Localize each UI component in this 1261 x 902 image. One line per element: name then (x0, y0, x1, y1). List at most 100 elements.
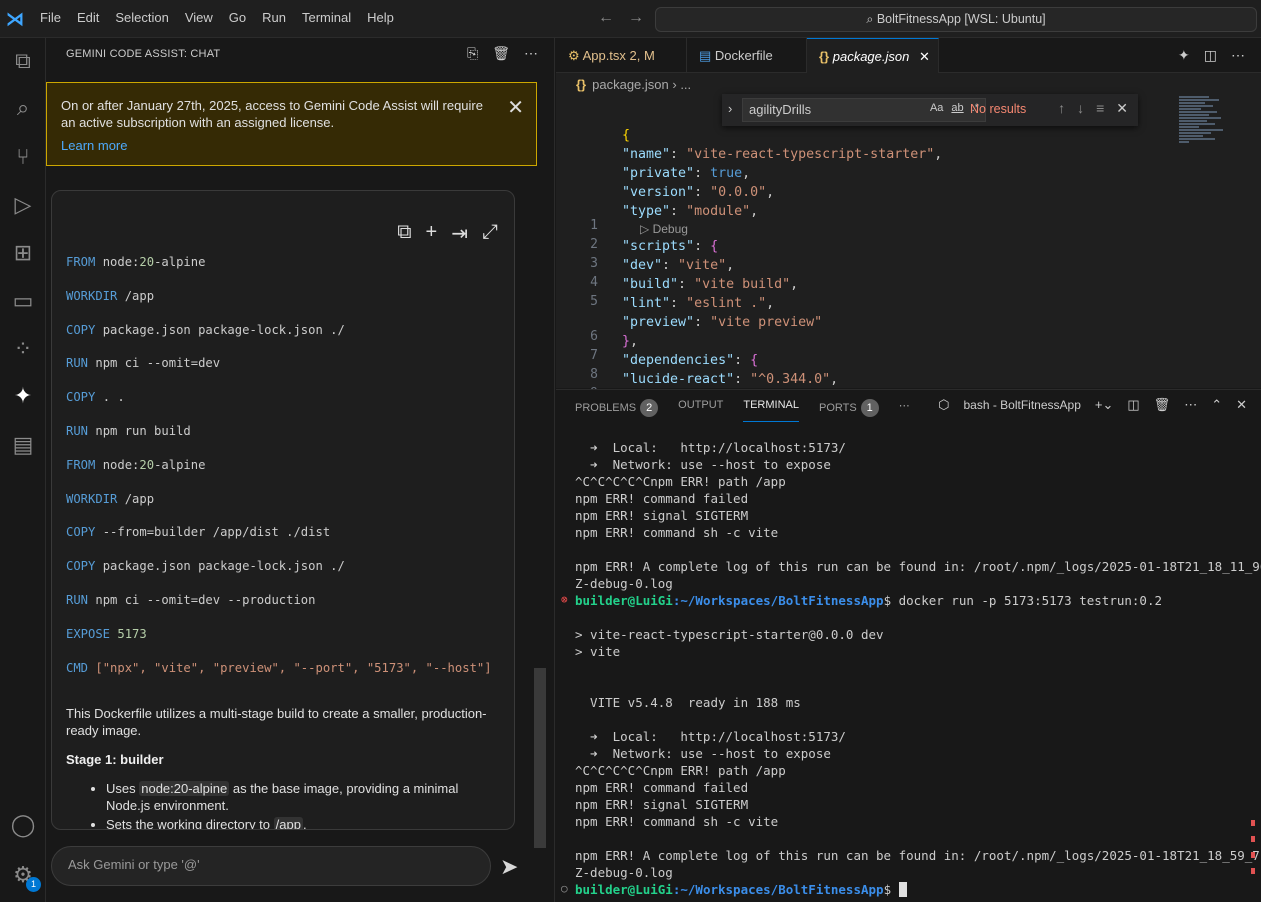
code-line: FROM node:20-alpine (66, 457, 206, 472)
chat-input[interactable] (51, 846, 491, 886)
minimap[interactable] (1179, 96, 1231, 158)
terminal-line: npm ERR! A complete log of this run can … (575, 848, 1261, 863)
trash-icon[interactable]: 🗑 (492, 45, 510, 62)
editor-actions: ✦ ◫ ⋯ (1178, 47, 1245, 64)
more-icon[interactable]: ⋯ (899, 399, 910, 422)
menu-selection[interactable]: Selection (107, 10, 176, 25)
response-intro: This Dockerfile utilizes a multi-stage b… (66, 706, 487, 738)
chat-scrollbar[interactable] (534, 668, 546, 848)
response-text: This Dockerfile utilizes a multi-stage b… (66, 705, 506, 829)
more-icon[interactable]: ⋯ (524, 45, 538, 62)
terminal-line: VITE v5.4.8 ready in 188 ms (575, 695, 801, 710)
chat-input-field[interactable] (68, 857, 468, 872)
sidebar-title: GEMINI CODE ASSIST: CHAT (66, 48, 221, 60)
code-line: COPY --from=builder /app/dist ./dist (66, 525, 331, 540)
panel-actions: ⬡ bash - BoltFitnessApp +⌄ ◫ 🗑 ⋯ ⌃ ✕ (938, 397, 1247, 413)
find-in-selection-icon[interactable]: ≡ (1096, 100, 1104, 117)
terminal-icon: ⬡ (938, 397, 950, 412)
tab-package-json[interactable]: {} package.json ✕ (807, 38, 939, 73)
menu-help[interactable]: Help (359, 10, 402, 25)
breadcrumb-more[interactable]: ... (680, 77, 691, 92)
find-field[interactable]: Aa ab .* (742, 98, 986, 122)
command-center[interactable]: ⌕ BoltFitnessApp [WSL: Ubuntu] (655, 7, 1257, 32)
menu-file[interactable]: File (32, 10, 69, 25)
more-icon[interactable]: ⋯ (1231, 47, 1245, 64)
breadcrumb-file[interactable]: package.json (592, 77, 669, 92)
menu-view[interactable]: View (177, 10, 221, 25)
line-number: 2 (590, 237, 598, 252)
gear-icon[interactable]: ⚙ 1 (8, 860, 41, 892)
testing-icon[interactable]: ⁘ (8, 334, 38, 364)
gemini-icon[interactable]: ✦ (8, 381, 38, 411)
code-line: { (622, 128, 631, 143)
trash-icon[interactable]: 🗑 (1154, 397, 1171, 413)
tab-output[interactable]: OUTPUT (678, 399, 723, 422)
new-terminal-icon[interactable]: +⌄ (1095, 397, 1113, 413)
gemini-icon[interactable]: ✦ (1178, 47, 1190, 64)
tab-app-tsx[interactable]: ⚙ App.tsx 2, M (556, 38, 687, 73)
split-terminal-icon[interactable]: ◫ (1127, 397, 1139, 413)
terminal-output[interactable]: ➜ Local: http://localhost:5173/ ➜ Networ… (561, 440, 1261, 900)
split-editor-icon[interactable]: ◫ (1204, 47, 1217, 64)
learn-more-link[interactable]: Learn more (61, 138, 127, 153)
toggle-replace-icon[interactable]: › (728, 101, 732, 116)
settings-badge: 1 (26, 877, 41, 892)
back-arrow-icon[interactable]: ← (598, 9, 614, 27)
next-match-icon[interactable]: ↓ (1077, 100, 1084, 117)
send-icon[interactable]: ➤ (500, 854, 518, 880)
code-line: WORKDIR /app (66, 288, 155, 303)
menu-run[interactable]: Run (254, 10, 294, 25)
menu-terminal[interactable]: Terminal (294, 10, 359, 25)
code-line: "dev": "vite", (622, 258, 735, 273)
menu-go[interactable]: Go (221, 10, 254, 25)
code-line: "version": "0.0.0", (622, 185, 775, 200)
terminal-name[interactable]: bash - BoltFitnessApp (963, 398, 1080, 412)
previous-match-icon[interactable]: ↑ (1058, 100, 1065, 117)
close-tab-icon[interactable]: ✕ (919, 49, 930, 64)
find-input[interactable] (749, 102, 899, 117)
terminal-line: npm ERR! A complete log of this run can … (575, 559, 1261, 574)
close-panel-icon[interactable]: ✕ (1236, 397, 1247, 413)
line-number: 1 (590, 218, 598, 233)
tab-dockerfile[interactable]: ▤ Dockerfile (687, 38, 807, 73)
explorer-icon[interactable]: ⧉ (8, 46, 38, 76)
terminal-cursor (898, 882, 907, 897)
run-debug-icon[interactable]: ▷ (8, 190, 38, 220)
match-case-icon[interactable]: Aa (930, 102, 943, 114)
line-number: 6 (590, 329, 598, 344)
remote-explorer-icon[interactable]: ▭ (8, 286, 38, 316)
terminal-line: npm ERR! command failed (575, 780, 749, 795)
search-icon[interactable]: ⌕ (8, 93, 38, 123)
editor-area: ⚙ App.tsx 2, M ▤ Dockerfile {} package.j… (556, 38, 1261, 477)
tab-terminal[interactable]: TERMINAL (743, 399, 799, 422)
command-decoration-icon[interactable]: ○ (561, 882, 568, 895)
terminal-line: > vite (575, 644, 621, 659)
line-number: 4 (590, 275, 598, 290)
docker-icon[interactable]: ▤ (8, 430, 38, 460)
forward-arrow-icon[interactable]: → (628, 9, 644, 27)
code-line: COPY . . (66, 390, 125, 405)
terminal-line: npm ERR! command sh -c vite (575, 814, 779, 829)
tab-ports[interactable]: PORTS 1 (819, 399, 879, 422)
debug-codelens[interactable]: ▷ Debug (640, 222, 688, 236)
close-icon[interactable]: ✕ (1116, 100, 1128, 117)
menu-edit[interactable]: Edit (69, 10, 107, 25)
tab-problems[interactable]: PROBLEMS 2 (575, 399, 659, 422)
source-control-icon[interactable]: ⑂ (8, 142, 38, 172)
terminal-line: ➜ Local: http://localhost:5173/ (575, 729, 846, 744)
history-icon[interactable]: ⎘ (467, 45, 478, 62)
find-result: No results (970, 102, 1027, 116)
menu-bar: File Edit Selection View Go Run Terminal… (32, 10, 402, 25)
error-decoration-icon[interactable]: ⊗ (561, 593, 568, 606)
more-icon[interactable]: ⋯ (1184, 397, 1197, 413)
account-icon[interactable]: ◯ (8, 810, 38, 840)
ports-badge: 1 (860, 399, 879, 417)
whole-word-icon[interactable]: ab (951, 102, 963, 114)
gemini-chat-sidebar: GEMINI CODE ASSIST: CHAT ⎘ 🗑 ⋯ On or aft… (46, 38, 555, 902)
close-icon[interactable]: ✕ (507, 95, 524, 120)
maximize-panel-icon[interactable]: ⌃ (1211, 397, 1222, 413)
code-line: WORKDIR /app (66, 491, 155, 506)
extensions-icon[interactable]: ⊞ (8, 238, 38, 268)
terminal-line: Z-debug-0.log (575, 576, 673, 591)
code-line: EXPOSE 5173 (66, 626, 147, 641)
